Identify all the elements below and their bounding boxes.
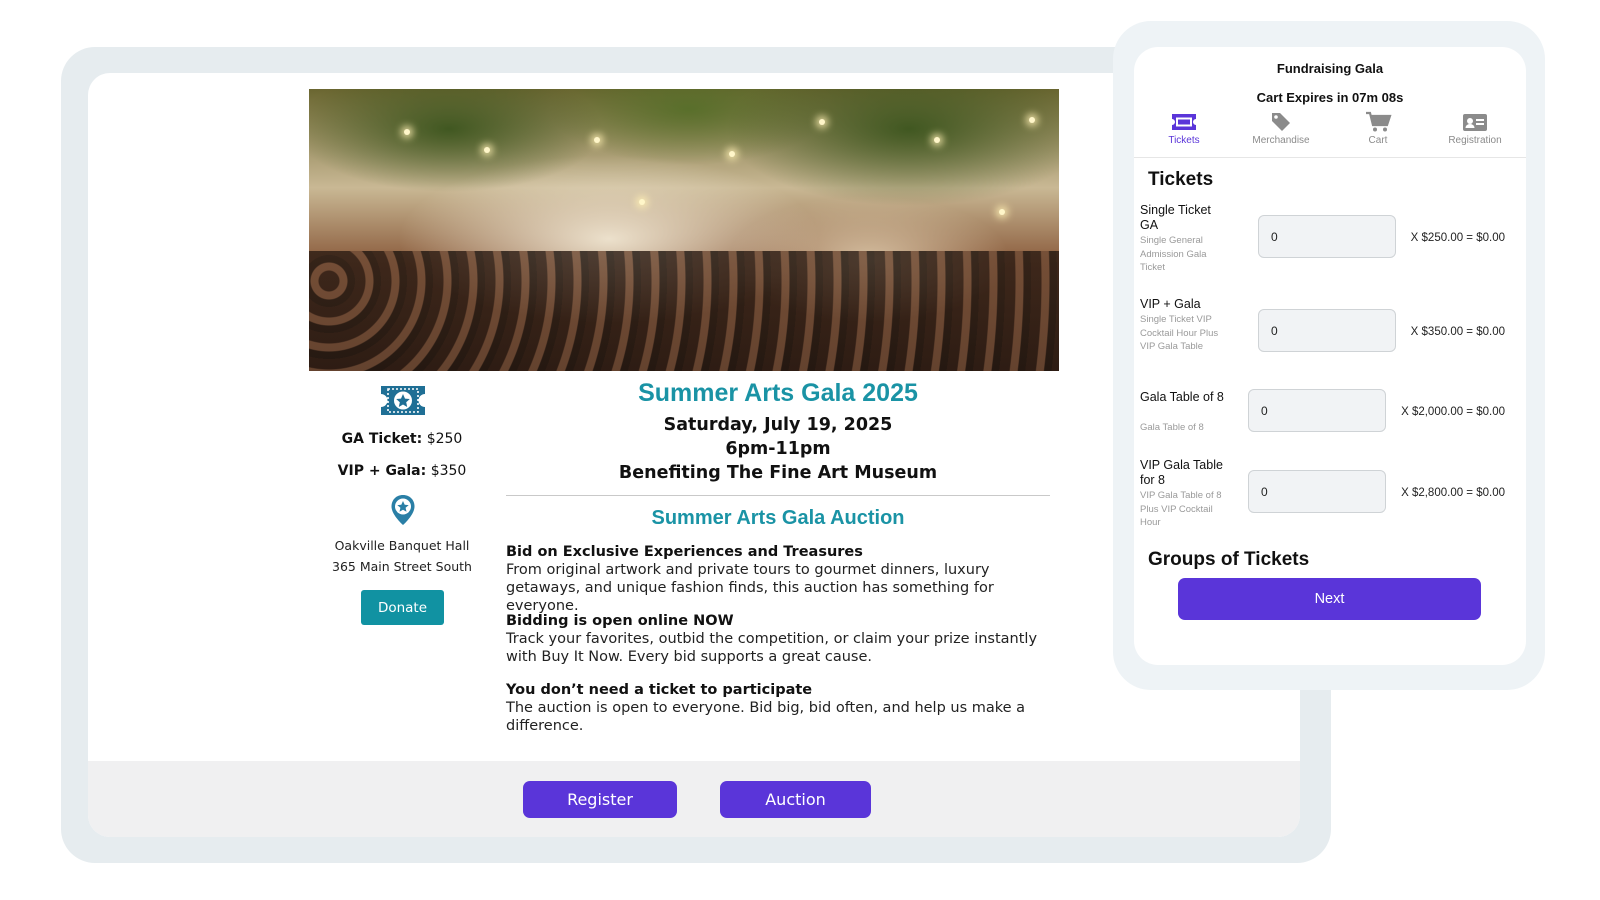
string-light	[484, 147, 490, 153]
string-light	[594, 137, 600, 143]
ticket-star-icon	[379, 384, 427, 421]
quantity-input[interactable]: 0	[1248, 470, 1386, 513]
ticket-name: Gala Table of 8	[1140, 390, 1224, 404]
action-footer: Register Auction	[88, 761, 1300, 837]
next-button[interactable]: Next	[1178, 578, 1481, 620]
ticket-name: VIP Gala Table for 8	[1140, 458, 1223, 487]
auction-paragraph: Bidding is open online NOW Track your fa…	[506, 612, 1056, 666]
crowd-shading	[309, 251, 1059, 371]
tab-merchandise[interactable]: Merchandise	[1232, 111, 1330, 146]
tab-label: Merchandise	[1252, 135, 1310, 146]
paragraph-heading: You don’t need a ticket to participate	[506, 682, 813, 698]
id-card-icon	[1463, 114, 1487, 131]
cart-expiry: Cart Expires in 07m 08s	[1256, 90, 1404, 105]
ga-ticket-value: $250	[426, 431, 463, 447]
ga-ticket-label: GA Ticket:	[341, 431, 423, 447]
vip-gala-label: VIP + Gala:	[337, 463, 427, 479]
auction-paragraph: Bid on Exclusive Experiences and Treasur…	[506, 543, 1056, 615]
paragraph-body: Track your favorites, outbid the competi…	[506, 631, 1038, 665]
tab-cart[interactable]: Cart	[1329, 111, 1427, 146]
cart-icon	[1366, 111, 1392, 132]
ticket-icon	[1172, 114, 1196, 130]
venue-name: Oakville Banquet Hall	[334, 538, 470, 553]
ticket-description: Single General Admission Gala Ticket	[1140, 235, 1207, 273]
paragraph-heading: Bid on Exclusive Experiences and Treasur…	[506, 544, 863, 560]
location-pin-icon	[390, 494, 416, 530]
quantity-input[interactable]: 0	[1258, 309, 1396, 352]
widget-title: Fundraising Gala	[1276, 61, 1384, 76]
tickets-heading: Tickets	[1148, 169, 1214, 190]
tab-label: Cart	[1368, 135, 1388, 146]
divider	[506, 495, 1050, 496]
venue-address: 365 Main Street South	[332, 559, 472, 574]
groups-heading: Groups of Tickets	[1148, 549, 1310, 570]
event-benefit: Benefiting The Fine Art Museum	[618, 463, 938, 483]
quantity-input[interactable]: 0	[1248, 389, 1386, 432]
ticket-description: Gala Table of 8	[1140, 422, 1204, 433]
quantity-input[interactable]: 0	[1258, 215, 1396, 258]
event-time: 6pm-11pm	[725, 439, 831, 459]
tab-registration[interactable]: Registration	[1426, 111, 1524, 146]
string-light	[934, 137, 940, 143]
donate-button[interactable]: Donate	[361, 590, 444, 625]
ticket-subtotal: X $2,000.00 = $0.00	[1401, 406, 1505, 418]
paragraph-body: The auction is open to everyone. Bid big…	[506, 700, 1026, 734]
widget-tabs: Tickets Merchandise Cart Registration	[1134, 111, 1526, 158]
auction-button[interactable]: Auction	[720, 781, 871, 818]
register-button[interactable]: Register	[523, 781, 677, 818]
ticket-description: VIP Gala Table of 8 Plus VIP Cocktail Ho…	[1140, 490, 1222, 528]
string-light	[639, 199, 645, 205]
vip-gala-value: $350	[430, 463, 467, 479]
ticket-widget: Fundraising Gala Cart Expires in 07m 08s…	[1134, 47, 1526, 665]
tag-icon	[1272, 113, 1290, 131]
string-light	[999, 209, 1005, 215]
paragraph-body: From original artwork and private tours …	[506, 562, 994, 614]
auction-paragraph: You don’t need a ticket to participate T…	[506, 681, 1056, 735]
vip-gala-price: VIP + Gala: $350	[309, 463, 495, 479]
string-light	[404, 129, 410, 135]
event-title: Summer Arts Gala 2025	[638, 379, 918, 407]
string-light	[729, 151, 735, 157]
ticket-description: Single Ticket VIP Cocktail Hour Plus VIP…	[1140, 314, 1219, 352]
string-light	[1029, 117, 1035, 123]
ticket-name: VIP + Gala	[1140, 297, 1201, 311]
tab-tickets[interactable]: Tickets	[1135, 111, 1233, 146]
paragraph-heading: Bidding is open online NOW	[506, 613, 734, 629]
ticket-subtotal: X $2,800.00 = $0.00	[1401, 487, 1505, 499]
tab-label: Tickets	[1168, 135, 1200, 146]
string-light	[819, 119, 825, 125]
tab-label: Registration	[1448, 135, 1502, 146]
hero-photo	[309, 89, 1059, 371]
ticket-name: Single Ticket GA	[1140, 203, 1211, 232]
ticket-subtotal: X $250.00 = $0.00	[1410, 232, 1505, 244]
ga-ticket-price: GA Ticket: $250	[309, 431, 495, 447]
event-date: Saturday, July 19, 2025	[663, 415, 893, 435]
ticket-subtotal: X $350.00 = $0.00	[1410, 326, 1505, 338]
auction-title: Summer Arts Gala Auction	[651, 507, 905, 529]
